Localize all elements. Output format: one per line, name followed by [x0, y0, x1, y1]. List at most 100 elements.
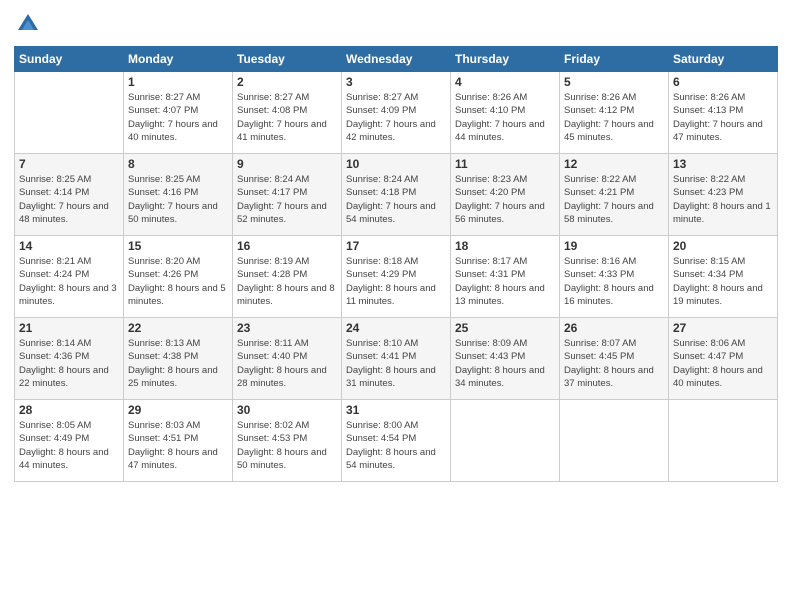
day-info: Sunrise: 8:11 AMSunset: 4:40 PMDaylight:… — [237, 337, 337, 390]
day-number: 25 — [455, 321, 555, 335]
day-info: Sunrise: 8:24 AMSunset: 4:17 PMDaylight:… — [237, 173, 337, 226]
day-info: Sunrise: 8:02 AMSunset: 4:53 PMDaylight:… — [237, 419, 337, 472]
day-info: Sunrise: 8:22 AMSunset: 4:21 PMDaylight:… — [564, 173, 664, 226]
calendar-cell — [669, 400, 778, 482]
calendar-cell: 19 Sunrise: 8:16 AMSunset: 4:33 PMDayligh… — [560, 236, 669, 318]
day-number: 20 — [673, 239, 773, 253]
day-number: 2 — [237, 75, 337, 89]
day-info: Sunrise: 8:26 AMSunset: 4:13 PMDaylight:… — [673, 91, 773, 144]
day-info: Sunrise: 8:07 AMSunset: 4:45 PMDaylight:… — [564, 337, 664, 390]
day-number: 23 — [237, 321, 337, 335]
calendar-cell: 6 Sunrise: 8:26 AMSunset: 4:13 PMDaylight… — [669, 72, 778, 154]
logo-icon — [14, 10, 42, 38]
day-info: Sunrise: 8:27 AMSunset: 4:08 PMDaylight:… — [237, 91, 337, 144]
calendar-cell: 8 Sunrise: 8:25 AMSunset: 4:16 PMDaylight… — [124, 154, 233, 236]
weekday-header-sunday: Sunday — [15, 47, 124, 72]
day-number: 14 — [19, 239, 119, 253]
calendar-cell: 3 Sunrise: 8:27 AMSunset: 4:09 PMDaylight… — [342, 72, 451, 154]
day-number: 19 — [564, 239, 664, 253]
day-info: Sunrise: 8:27 AMSunset: 4:09 PMDaylight:… — [346, 91, 446, 144]
day-info: Sunrise: 8:17 AMSunset: 4:31 PMDaylight:… — [455, 255, 555, 308]
day-number: 12 — [564, 157, 664, 171]
calendar-cell — [560, 400, 669, 482]
calendar-cell — [15, 72, 124, 154]
day-number: 24 — [346, 321, 446, 335]
day-info: Sunrise: 8:25 AMSunset: 4:14 PMDaylight:… — [19, 173, 119, 226]
calendar-cell: 2 Sunrise: 8:27 AMSunset: 4:08 PMDaylight… — [233, 72, 342, 154]
day-number: 1 — [128, 75, 228, 89]
calendar-cell: 12 Sunrise: 8:22 AMSunset: 4:21 PMDayligh… — [560, 154, 669, 236]
calendar-cell: 29Sunrise: 8:03 AMSunset: 4:51 PMDayligh… — [124, 400, 233, 482]
week-row-0: 1 Sunrise: 8:27 AMSunset: 4:07 PMDaylight… — [15, 72, 778, 154]
day-number: 3 — [346, 75, 446, 89]
calendar-cell: 30Sunrise: 8:02 AMSunset: 4:53 PMDayligh… — [233, 400, 342, 482]
day-info: Sunrise: 8:05 AMSunset: 4:49 PMDaylight:… — [19, 419, 119, 472]
day-info: Sunrise: 8:00 AMSunset: 4:54 PMDaylight:… — [346, 419, 446, 472]
day-number: 13 — [673, 157, 773, 171]
weekday-header-wednesday: Wednesday — [342, 47, 451, 72]
logo — [14, 10, 46, 38]
day-info: Sunrise: 8:16 AMSunset: 4:33 PMDaylight:… — [564, 255, 664, 308]
day-info: Sunrise: 8:14 AMSunset: 4:36 PMDaylight:… — [19, 337, 119, 390]
day-info: Sunrise: 8:10 AMSunset: 4:41 PMDaylight:… — [346, 337, 446, 390]
calendar-cell: 20Sunrise: 8:15 AMSunset: 4:34 PMDayligh… — [669, 236, 778, 318]
day-number: 21 — [19, 321, 119, 335]
calendar-cell: 10Sunrise: 8:24 AMSunset: 4:18 PMDayligh… — [342, 154, 451, 236]
calendar-cell: 13 Sunrise: 8:22 AMSunset: 4:23 PMDayligh… — [669, 154, 778, 236]
week-row-2: 14 Sunrise: 8:21 AMSunset: 4:24 PMDayligh… — [15, 236, 778, 318]
day-number: 9 — [237, 157, 337, 171]
calendar-cell: 24 Sunrise: 8:10 AMSunset: 4:41 PMDayligh… — [342, 318, 451, 400]
day-number: 15 — [128, 239, 228, 253]
day-number: 28 — [19, 403, 119, 417]
calendar-cell: 11Sunrise: 8:23 AMSunset: 4:20 PMDayligh… — [451, 154, 560, 236]
day-number: 26 — [564, 321, 664, 335]
day-info: Sunrise: 8:03 AMSunset: 4:51 PMDaylight:… — [128, 419, 228, 472]
calendar: SundayMondayTuesdayWednesdayThursdayFrid… — [14, 46, 778, 482]
day-number: 6 — [673, 75, 773, 89]
page: SundayMondayTuesdayWednesdayThursdayFrid… — [0, 0, 792, 612]
day-info: Sunrise: 8:21 AMSunset: 4:24 PMDaylight:… — [19, 255, 119, 308]
calendar-cell: 21 Sunrise: 8:14 AMSunset: 4:36 PMDayligh… — [15, 318, 124, 400]
day-info: Sunrise: 8:27 AMSunset: 4:07 PMDaylight:… — [128, 91, 228, 144]
week-row-3: 21 Sunrise: 8:14 AMSunset: 4:36 PMDayligh… — [15, 318, 778, 400]
day-number: 27 — [673, 321, 773, 335]
calendar-cell: 17 Sunrise: 8:18 AMSunset: 4:29 PMDayligh… — [342, 236, 451, 318]
calendar-cell: 23 Sunrise: 8:11 AMSunset: 4:40 PMDayligh… — [233, 318, 342, 400]
day-info: Sunrise: 8:19 AMSunset: 4:28 PMDaylight:… — [237, 255, 337, 308]
calendar-header-row: SundayMondayTuesdayWednesdayThursdayFrid… — [15, 47, 778, 72]
day-number: 17 — [346, 239, 446, 253]
calendar-cell: 7 Sunrise: 8:25 AMSunset: 4:14 PMDaylight… — [15, 154, 124, 236]
calendar-cell: 5 Sunrise: 8:26 AMSunset: 4:12 PMDaylight… — [560, 72, 669, 154]
day-info: Sunrise: 8:09 AMSunset: 4:43 PMDaylight:… — [455, 337, 555, 390]
calendar-cell: 26 Sunrise: 8:07 AMSunset: 4:45 PMDayligh… — [560, 318, 669, 400]
calendar-cell — [451, 400, 560, 482]
day-info: Sunrise: 8:23 AMSunset: 4:20 PMDaylight:… — [455, 173, 555, 226]
calendar-body: 1 Sunrise: 8:27 AMSunset: 4:07 PMDaylight… — [15, 72, 778, 482]
day-info: Sunrise: 8:22 AMSunset: 4:23 PMDaylight:… — [673, 173, 773, 226]
calendar-cell: 31 Sunrise: 8:00 AMSunset: 4:54 PMDayligh… — [342, 400, 451, 482]
calendar-cell: 27 Sunrise: 8:06 AMSunset: 4:47 PMDayligh… — [669, 318, 778, 400]
week-row-1: 7 Sunrise: 8:25 AMSunset: 4:14 PMDaylight… — [15, 154, 778, 236]
day-number: 7 — [19, 157, 119, 171]
weekday-header-saturday: Saturday — [669, 47, 778, 72]
day-info: Sunrise: 8:06 AMSunset: 4:47 PMDaylight:… — [673, 337, 773, 390]
day-number: 16 — [237, 239, 337, 253]
day-number: 5 — [564, 75, 664, 89]
calendar-cell: 16 Sunrise: 8:19 AMSunset: 4:28 PMDayligh… — [233, 236, 342, 318]
day-number: 22 — [128, 321, 228, 335]
week-row-4: 28 Sunrise: 8:05 AMSunset: 4:49 PMDayligh… — [15, 400, 778, 482]
day-info: Sunrise: 8:18 AMSunset: 4:29 PMDaylight:… — [346, 255, 446, 308]
calendar-cell: 4Sunrise: 8:26 AMSunset: 4:10 PMDaylight… — [451, 72, 560, 154]
calendar-cell: 1 Sunrise: 8:27 AMSunset: 4:07 PMDaylight… — [124, 72, 233, 154]
calendar-cell: 25 Sunrise: 8:09 AMSunset: 4:43 PMDayligh… — [451, 318, 560, 400]
day-info: Sunrise: 8:26 AMSunset: 4:12 PMDaylight:… — [564, 91, 664, 144]
day-number: 8 — [128, 157, 228, 171]
day-info: Sunrise: 8:25 AMSunset: 4:16 PMDaylight:… — [128, 173, 228, 226]
day-info: Sunrise: 8:20 AMSunset: 4:26 PMDaylight:… — [128, 255, 228, 308]
calendar-cell: 14 Sunrise: 8:21 AMSunset: 4:24 PMDayligh… — [15, 236, 124, 318]
day-info: Sunrise: 8:26 AMSunset: 4:10 PMDaylight:… — [455, 91, 555, 144]
day-info: Sunrise: 8:13 AMSunset: 4:38 PMDaylight:… — [128, 337, 228, 390]
weekday-header-friday: Friday — [560, 47, 669, 72]
day-number: 18 — [455, 239, 555, 253]
day-number: 31 — [346, 403, 446, 417]
